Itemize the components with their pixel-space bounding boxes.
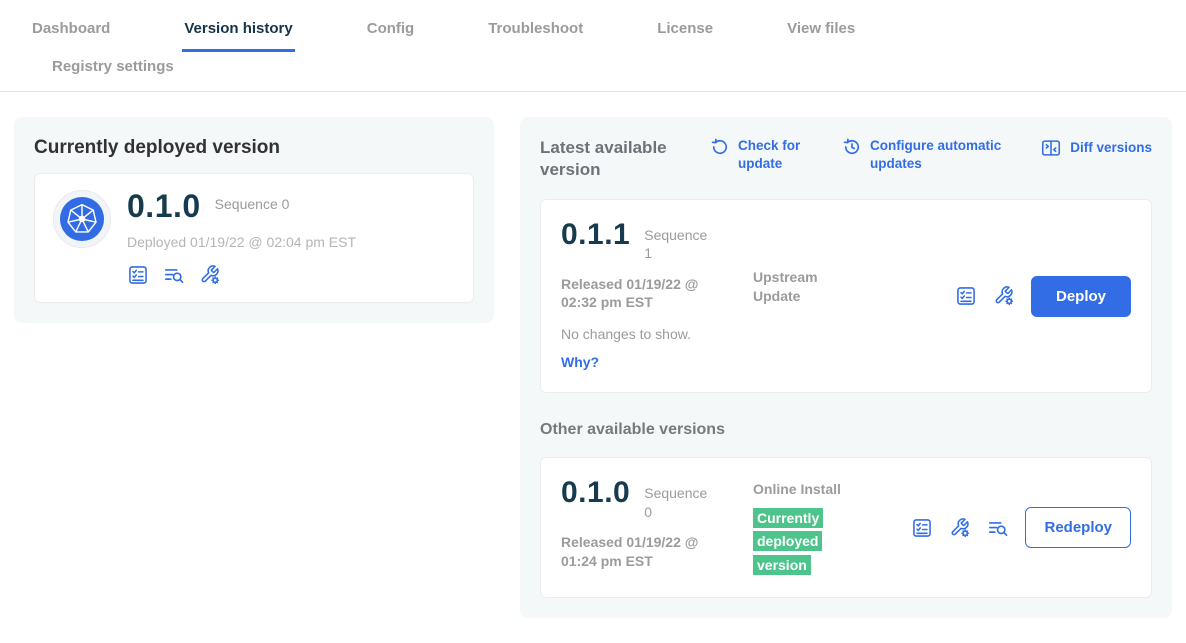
main-content: Currently deployed version 0.1.0 Sequenc… (0, 92, 1186, 643)
latest-available-panel: Latest available version Check for updat… (520, 117, 1172, 618)
latest-release-card: 0.1.1 Sequence 1 Released 01/19/22 @ 02:… (540, 199, 1152, 393)
refresh-icon (710, 137, 730, 157)
current-version-actions (127, 264, 356, 286)
kubernetes-logo-icon (59, 196, 105, 242)
other-versions-title: Other available versions (540, 421, 1152, 439)
tab-license[interactable]: License (655, 14, 715, 52)
tab-config[interactable]: Config (365, 14, 416, 52)
edit-config-icon[interactable] (949, 517, 971, 539)
release-notes-icon[interactable] (955, 285, 977, 307)
top-nav: Dashboard Version history Config Trouble… (0, 0, 1186, 92)
latest-release-info: 0.1.1 Sequence 1 Released 01/19/22 @ 02:… (561, 220, 753, 372)
other-release-card: 0.1.0 Sequence 0 Released 01/19/22 @ 01:… (540, 457, 1152, 597)
diff-versions-link[interactable]: Diff versions (1040, 137, 1152, 159)
latest-released-timestamp: Released 01/19/22 @ 02:32 pm EST (561, 275, 733, 313)
currently-deployed-card: 0.1.0 Sequence 0 Deployed 01/19/22 @ 02:… (34, 173, 474, 303)
tab-dashboard[interactable]: Dashboard (30, 14, 112, 52)
redeploy-button[interactable]: Redeploy (1025, 507, 1131, 548)
tab-registry-settings[interactable]: Registry settings (50, 52, 176, 91)
current-version-number: 0.1.0 (127, 190, 201, 222)
check-for-update-link[interactable]: Check for update (710, 137, 812, 172)
configure-auto-updates-link[interactable]: Configure automatic updates (842, 137, 1020, 172)
latest-version-number: 0.1.1 (561, 220, 630, 250)
tab-version-history[interactable]: Version history (182, 14, 294, 52)
configure-auto-updates-label: Configure automatic updates (870, 137, 1020, 172)
other-release-source-col: Online Install Currently deployed versio… (753, 480, 841, 576)
diff-versions-label: Diff versions (1070, 137, 1152, 157)
view-logs-icon[interactable] (163, 264, 185, 286)
latest-release-actions: Deploy (955, 276, 1131, 317)
clock-refresh-icon (842, 137, 862, 157)
release-notes-icon[interactable] (911, 517, 933, 539)
currently-deployed-title: Currently deployed version (34, 137, 474, 159)
deployed-timestamp: Deployed 01/19/22 @ 02:04 pm EST (127, 234, 356, 250)
no-changes-text: No changes to show. (561, 326, 753, 342)
view-logs-icon[interactable] (987, 517, 1009, 539)
currently-deployed-panel: Currently deployed version 0.1.0 Sequenc… (14, 117, 494, 323)
latest-sequence-label: Sequence 1 (644, 220, 716, 262)
latest-panel-header: Latest available version Check for updat… (540, 137, 1152, 181)
tab-troubleshoot[interactable]: Troubleshoot (486, 14, 585, 52)
other-release-actions: Redeploy (911, 507, 1131, 548)
nav-row-primary: Dashboard Version history Config Trouble… (30, 14, 1156, 52)
current-sequence-label: Sequence 0 (215, 190, 290, 212)
release-notes-icon[interactable] (127, 264, 149, 286)
app-icon-ring (53, 190, 111, 248)
latest-release-source: Upstream Update (753, 268, 841, 306)
deploy-button[interactable]: Deploy (1031, 276, 1131, 317)
other-release-source: Online Install (753, 480, 841, 499)
check-for-update-label: Check for update (738, 137, 812, 172)
edit-config-icon[interactable] (993, 285, 1015, 307)
latest-available-title: Latest available version (540, 137, 680, 181)
other-release-info: 0.1.0 Sequence 0 Released 01/19/22 @ 01:… (561, 478, 753, 570)
other-sequence-label: Sequence 0 (644, 478, 716, 520)
currently-deployed-badge: Currently deployed version (753, 508, 823, 574)
diff-icon (1040, 137, 1062, 159)
edit-config-icon[interactable] (199, 264, 221, 286)
nav-row-secondary: Registry settings (30, 52, 1156, 91)
currently-deployed-badge-wrap: Currently deployed version (753, 507, 829, 577)
why-link[interactable]: Why? (561, 354, 599, 370)
other-released-timestamp: Released 01/19/22 @ 01:24 pm EST (561, 533, 733, 571)
tab-view-files[interactable]: View files (785, 14, 857, 52)
current-version-info: 0.1.0 Sequence 0 Deployed 01/19/22 @ 02:… (127, 190, 356, 286)
other-version-number: 0.1.0 (561, 478, 630, 508)
